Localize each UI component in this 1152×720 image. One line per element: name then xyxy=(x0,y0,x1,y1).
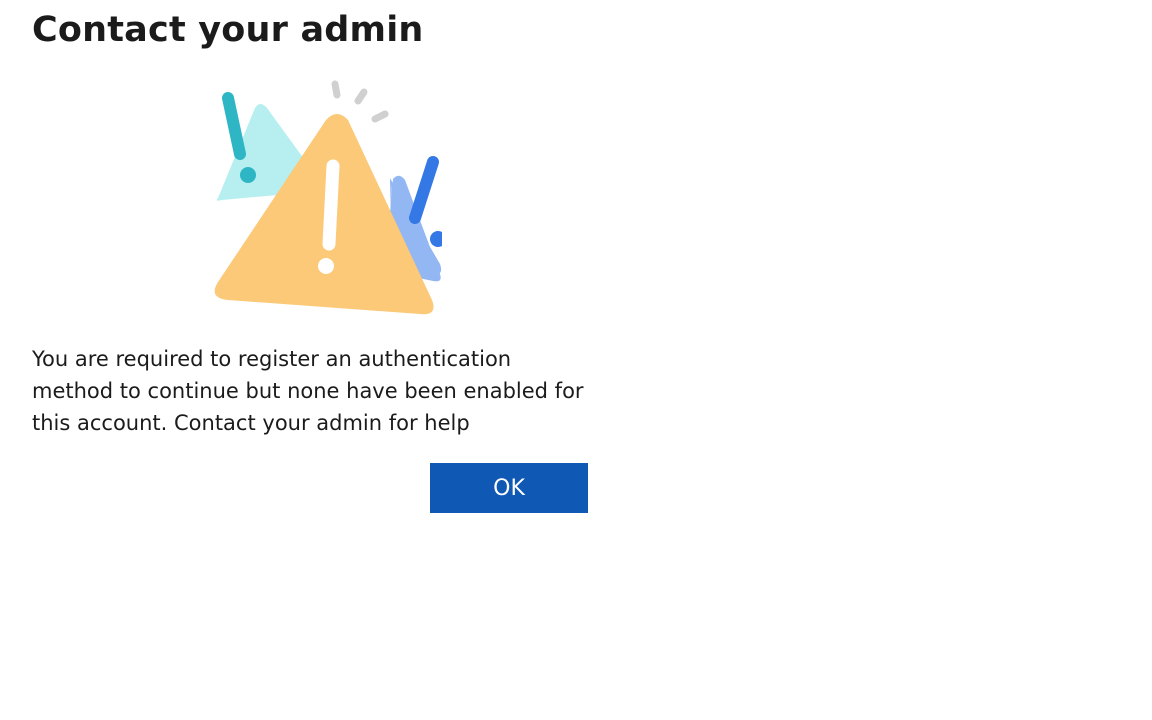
warning-illustration-graphic xyxy=(214,80,442,315)
sparkle-icon xyxy=(331,80,341,99)
sparkle-icon xyxy=(354,88,368,105)
warning-icon xyxy=(430,231,442,247)
ok-button[interactable]: OK xyxy=(430,463,588,513)
error-message: You are required to register an authenti… xyxy=(32,347,584,435)
warning-illustration xyxy=(180,78,442,318)
warning-icon xyxy=(322,159,340,251)
warning-icon xyxy=(240,167,256,183)
sparkle-icon xyxy=(371,110,389,123)
warning-icon xyxy=(409,156,439,224)
warning-icon xyxy=(318,258,334,274)
page-title: Contact your admin xyxy=(32,10,424,50)
warning-icon xyxy=(222,92,246,160)
